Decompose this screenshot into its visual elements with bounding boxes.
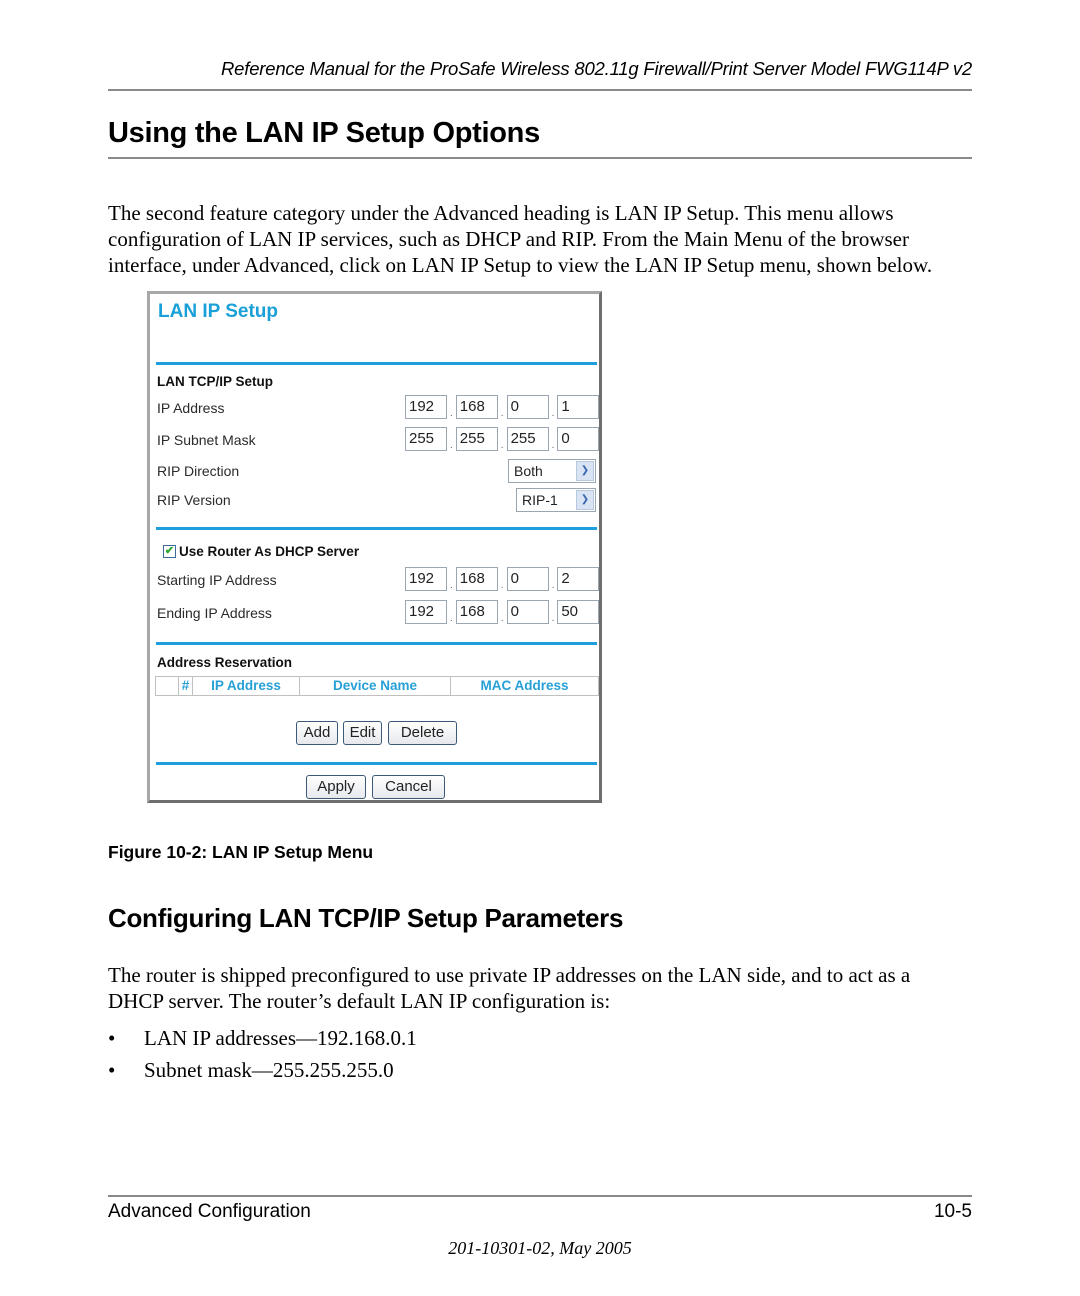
divider (156, 642, 597, 645)
intro-line: configuration of LAN IP services, such a… (108, 227, 909, 251)
divider (156, 362, 597, 365)
column-mac-address: MAC Address (480, 678, 569, 693)
list-item: • Subnet mask—255.255.255.0 (108, 1058, 394, 1083)
running-header: Reference Manual for the ProSafe Wireles… (221, 58, 972, 79)
section-title-rule (108, 157, 972, 159)
intro-paragraph: The second feature category under the Ad… (108, 200, 978, 278)
rip-version-label: RIP Version (157, 492, 231, 508)
edit-button[interactable]: Edit (343, 721, 382, 745)
chevron-down-icon[interactable]: ❯ (576, 461, 594, 481)
reservation-table-header: # IP Address Device Name MAC Address (155, 676, 599, 696)
list-item-text: Subnet mask—255.255.255.0 (144, 1058, 394, 1082)
subnet-octet-3[interactable]: 255 (506, 427, 549, 451)
column-ip-address: IP Address (193, 677, 300, 695)
checkbox-checked-icon[interactable]: ✔ (163, 545, 176, 558)
chevron-down-icon[interactable]: ❯ (576, 490, 594, 510)
bullet-icon: • (108, 1058, 116, 1082)
subnet-mask-field: 255. 255. 255. 0 (405, 427, 600, 451)
ip-octet-4[interactable]: 1 (557, 395, 600, 419)
rip-direction-select[interactable]: Both ❯ (508, 459, 596, 483)
start-octet-2[interactable]: 168 (455, 567, 498, 591)
starting-ip-label: Starting IP Address (157, 572, 277, 588)
end-octet-1[interactable]: 192 (405, 600, 447, 624)
column-device-name: Device Name (300, 677, 451, 695)
footer-rule (108, 1195, 972, 1197)
reservation-heading: Address Reservation (157, 655, 293, 670)
rip-direction-label: RIP Direction (157, 463, 240, 479)
document-id: 201-10301-02, May 2005 (448, 1238, 632, 1258)
page-number: 10-5 (933, 1201, 972, 1222)
list-item: • LAN IP addresses—192.168.0.1 (108, 1026, 417, 1051)
tcpip-heading: LAN TCP/IP Setup (157, 374, 274, 389)
body-line: DHCP server. The router’s default LAN IP… (108, 989, 611, 1013)
starting-ip-field: 192. 168. 0. 2 (405, 567, 600, 591)
lan-ip-setup-screenshot: LAN IP Setup LAN TCP/IP Setup IP Address… (147, 291, 602, 803)
column-select (156, 677, 179, 695)
subnet-octet-1[interactable]: 255 (405, 427, 447, 451)
intro-line: interface, under Advanced, click on LAN … (108, 253, 933, 277)
ip-octet-3[interactable]: 0 (506, 395, 549, 419)
end-octet-3[interactable]: 0 (506, 600, 549, 624)
rip-version-value: RIP-1 (522, 492, 558, 508)
start-octet-3[interactable]: 0 (506, 567, 549, 591)
intro-line: The second feature category under the Ad… (108, 201, 894, 225)
cancel-button[interactable]: Cancel (372, 775, 445, 799)
dhcp-server-toggle[interactable]: ✔ Use Router As DHCP Server (163, 544, 359, 559)
section-title: Using the LAN IP Setup Options (108, 117, 540, 149)
footer-chapter: Advanced Configuration (108, 1201, 311, 1222)
ip-octet-1[interactable]: 192 (405, 395, 447, 419)
column-index: # (179, 677, 193, 695)
dhcp-checkbox-label: Use Router As DHCP Server (179, 544, 360, 559)
list-item-text: LAN IP addresses—192.168.0.1 (144, 1026, 417, 1050)
delete-button[interactable]: Delete (388, 721, 457, 745)
rip-version-select[interactable]: RIP-1 ❯ (516, 488, 596, 512)
ending-ip-field: 192. 168. 0. 50 (405, 600, 600, 624)
divider (156, 527, 597, 530)
ending-ip-label: Ending IP Address (157, 605, 272, 621)
add-button[interactable]: Add (296, 721, 338, 745)
subnet-octet-2[interactable]: 255 (455, 427, 498, 451)
bullet-icon: • (108, 1026, 116, 1050)
figure-caption: Figure 10-2: LAN IP Setup Menu (108, 842, 374, 862)
subnet-mask-label: IP Subnet Mask (157, 432, 256, 448)
end-octet-4[interactable]: 50 (557, 600, 600, 624)
subnet-octet-4[interactable]: 0 (557, 427, 600, 451)
subsection-title: Configuring LAN TCP/IP Setup Parameters (108, 903, 624, 933)
start-octet-4[interactable]: 2 (557, 567, 600, 591)
screen-title: LAN IP Setup (158, 301, 278, 322)
start-octet-1[interactable]: 192 (405, 567, 447, 591)
header-rule (108, 89, 972, 91)
ip-address-label: IP Address (157, 400, 225, 416)
divider (156, 762, 597, 765)
ip-octet-2[interactable]: 168 (455, 395, 498, 419)
ip-address-field: 192. 168. 0. 1 (405, 395, 600, 419)
rip-direction-value: Both (514, 463, 543, 479)
apply-button[interactable]: Apply (306, 775, 366, 799)
subsection-paragraph: The router is shipped preconfigured to u… (108, 962, 978, 1014)
body-line: The router is shipped preconfigured to u… (108, 963, 911, 987)
end-octet-2[interactable]: 168 (455, 600, 498, 624)
